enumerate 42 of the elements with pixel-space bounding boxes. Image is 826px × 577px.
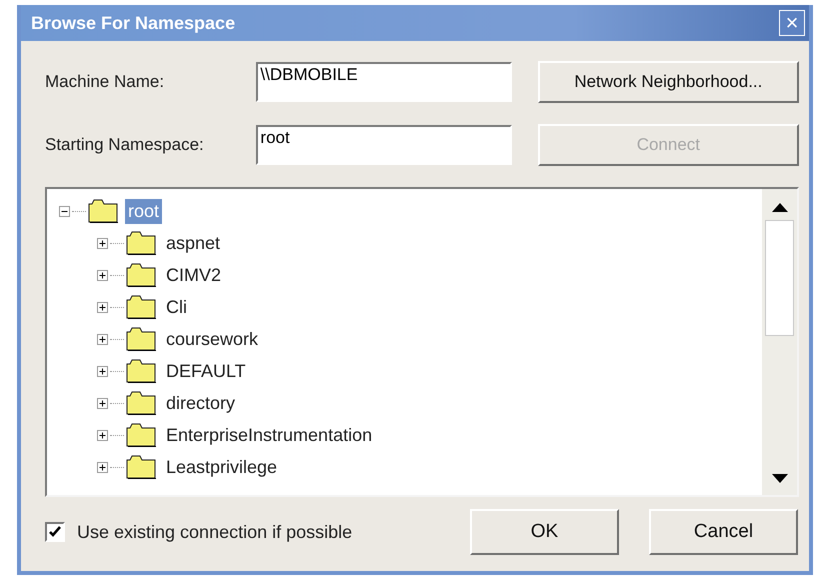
machine-name-label: Machine Name: xyxy=(45,72,166,92)
expand-icon[interactable] xyxy=(97,430,108,440)
folder-icon xyxy=(88,198,119,224)
starting-namespace-label: Starting Namespace: xyxy=(45,135,205,155)
ok-button[interactable]: OK xyxy=(470,509,619,555)
folder-icon xyxy=(126,262,157,288)
checkmark-icon xyxy=(48,525,62,539)
tree-item[interactable]: CIMV2 xyxy=(163,262,224,288)
expand-icon[interactable] xyxy=(97,462,108,472)
cancel-button[interactable]: Cancel xyxy=(649,509,798,555)
checkbox-label: Use existing connection if possible xyxy=(77,522,352,542)
checkbox[interactable] xyxy=(45,522,65,542)
expand-icon[interactable] xyxy=(97,366,108,376)
scroll-down-icon[interactable] xyxy=(772,474,788,483)
expand-icon[interactable] xyxy=(97,398,108,408)
tree-item[interactable]: aspnet xyxy=(163,230,224,256)
starting-namespace-field[interactable]: root xyxy=(256,125,512,165)
tree-item[interactable]: DEFAULT xyxy=(163,358,249,384)
folder-icon xyxy=(126,294,157,320)
folder-icon xyxy=(126,230,157,256)
expand-icon[interactable] xyxy=(97,270,108,280)
folder-icon xyxy=(126,358,157,384)
window-title: Browse For Namespace xyxy=(31,12,236,34)
scrollbar[interactable] xyxy=(762,189,797,495)
folder-icon xyxy=(126,326,157,352)
folder-icon xyxy=(126,454,157,480)
close-button[interactable]: × xyxy=(779,10,805,36)
tree-item[interactable]: EnterpriseInstrumentation xyxy=(163,422,376,448)
tree-item[interactable]: directory xyxy=(163,390,238,416)
scroll-up-icon[interactable] xyxy=(772,203,788,212)
expand-icon[interactable] xyxy=(97,302,108,312)
expand-icon[interactable] xyxy=(97,334,108,344)
folder-icon xyxy=(126,422,157,448)
collapse-icon[interactable] xyxy=(59,206,70,216)
tree-item[interactable]: coursework xyxy=(163,326,262,352)
tree-item[interactable]: Cli xyxy=(163,294,190,320)
network-neighborhood-button[interactable]: Network Neighborhood... xyxy=(538,61,799,103)
expand-icon[interactable] xyxy=(97,238,108,248)
machine-name-field[interactable]: \\DBMOBILE xyxy=(256,62,512,102)
folder-icon xyxy=(126,390,157,416)
tree-item[interactable]: Leastprivilege xyxy=(163,454,280,480)
scroll-thumb[interactable] xyxy=(765,220,794,336)
